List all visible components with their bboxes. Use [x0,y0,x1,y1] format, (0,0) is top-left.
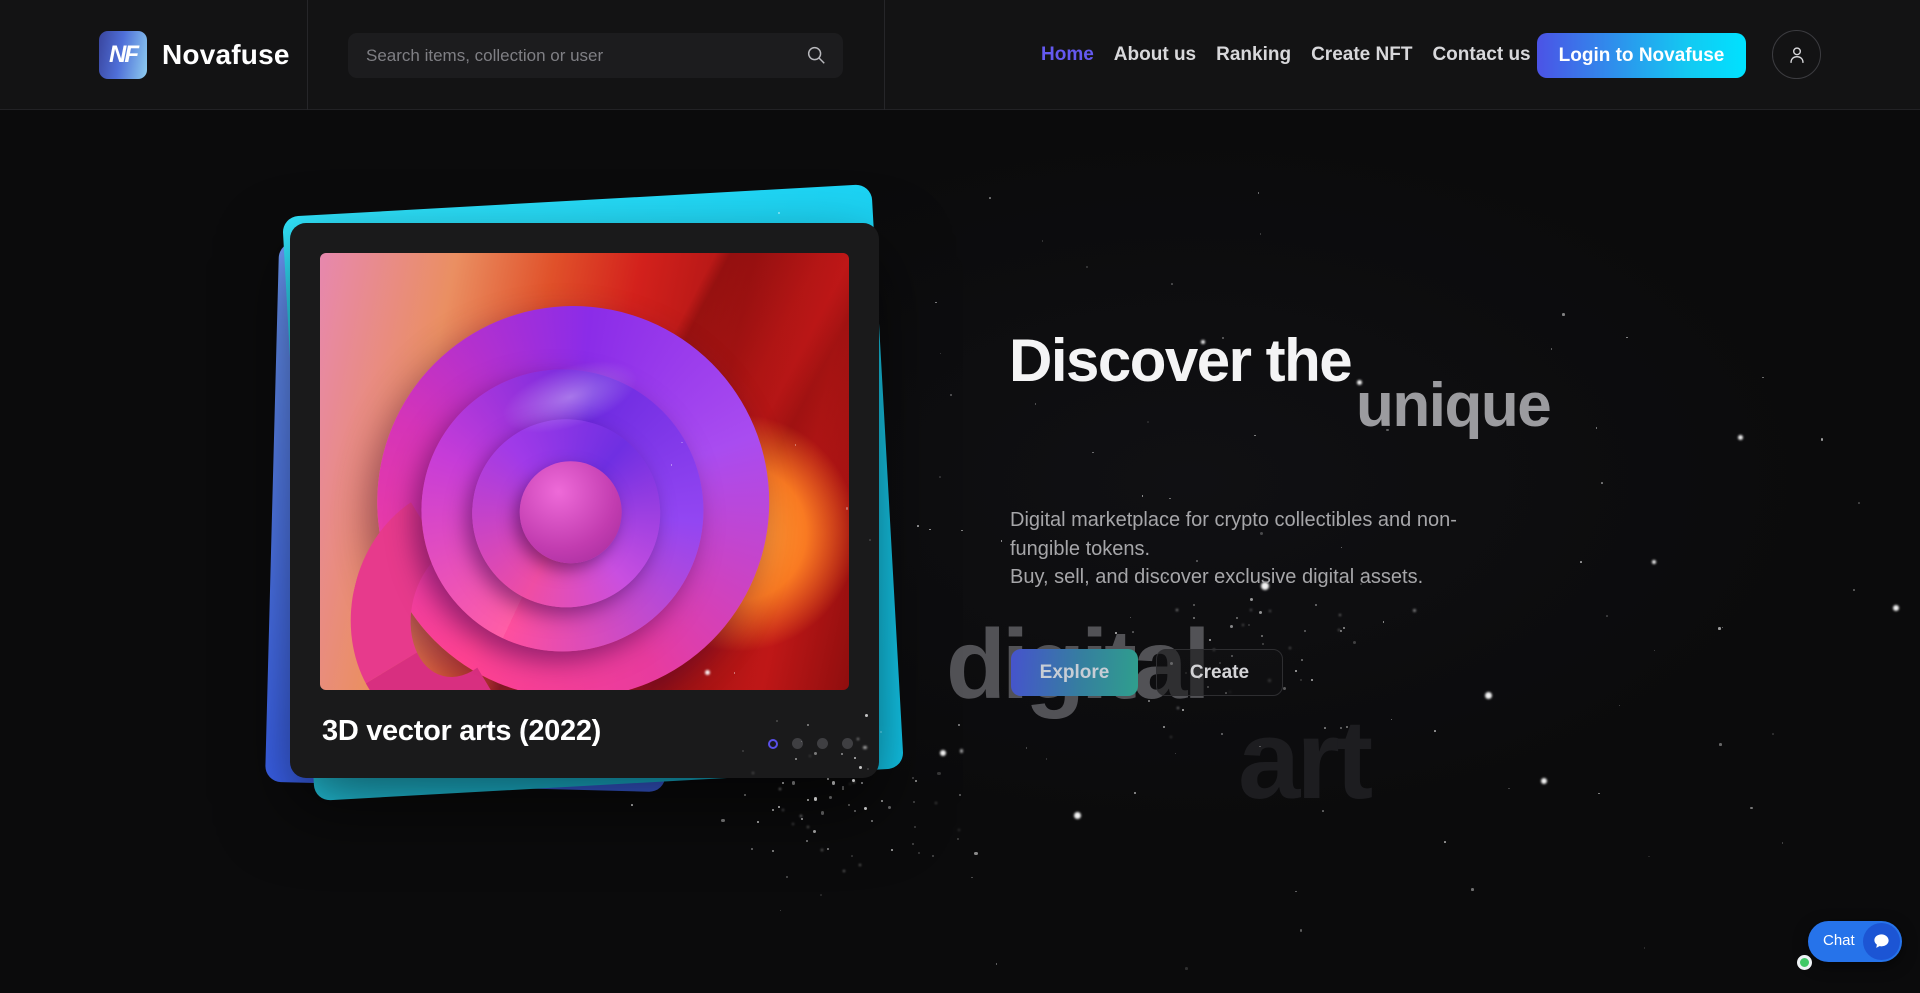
card-title: 3D vector arts (2022) [322,715,601,748]
carousel-dot-4[interactable] [842,738,853,749]
explore-button[interactable]: Explore [1011,649,1138,696]
search-input[interactable] [348,33,843,78]
search-bar [348,33,843,78]
brand[interactable]: NF Novafuse [99,0,290,110]
carousel: 3D vector arts (2022) [0,0,1920,993]
hero-description-line1: Digital marketplace for crypto collectib… [1010,506,1492,563]
user-icon [1786,44,1808,66]
nft-artwork [320,253,849,690]
hero-description: Digital marketplace for crypto collectib… [1010,506,1492,592]
carousel-dot-2[interactable] [792,738,803,749]
nav-links: Home About us Ranking Create NFT Contact… [1041,0,1531,110]
brand-logo-icon: NF [99,31,147,79]
login-button[interactable]: Login to Novafuse [1537,33,1746,78]
hero-section: art digital Discover the unique Digital … [0,110,1920,993]
brand-name: Novafuse [162,39,290,71]
chat-bubble-icon [1872,932,1891,951]
nav-item-about-us[interactable]: About us [1114,44,1196,66]
create-button[interactable]: Create [1156,649,1283,696]
chat-bubble-circle [1863,923,1900,960]
navbar-divider [307,0,308,110]
carousel-dots [768,738,853,749]
nav-item-contact-us[interactable]: Contact us [1432,44,1530,66]
chat-online-status-dot [1797,955,1812,970]
navbar: NF Novafuse Home About us Ranking Create… [0,0,1920,110]
chat-label: Chat [1823,932,1855,949]
navbar-divider [884,0,885,110]
avatar-button[interactable] [1772,30,1821,79]
hero-title-line1: Discover the [1009,326,1351,395]
page: NF Novafuse Home About us Ranking Create… [0,0,1920,993]
nav-item-create-nft[interactable]: Create NFT [1311,44,1412,66]
carousel-dot-3[interactable] [817,738,828,749]
chat-widget[interactable]: Chat [1808,921,1902,962]
nav-item-home[interactable]: Home [1041,44,1094,66]
artwork-swirl-core [519,461,621,563]
hero-actions: Explore Create [1011,649,1283,696]
hero-description-line2: Buy, sell, and discover exclusive digita… [1010,563,1492,592]
nft-card[interactable]: 3D vector arts (2022) [290,223,879,778]
search-icon[interactable] [805,44,827,66]
nav-item-ranking[interactable]: Ranking [1216,44,1291,66]
hero-title-line2: unique [1356,370,1550,441]
carousel-dot-1[interactable] [768,739,778,749]
